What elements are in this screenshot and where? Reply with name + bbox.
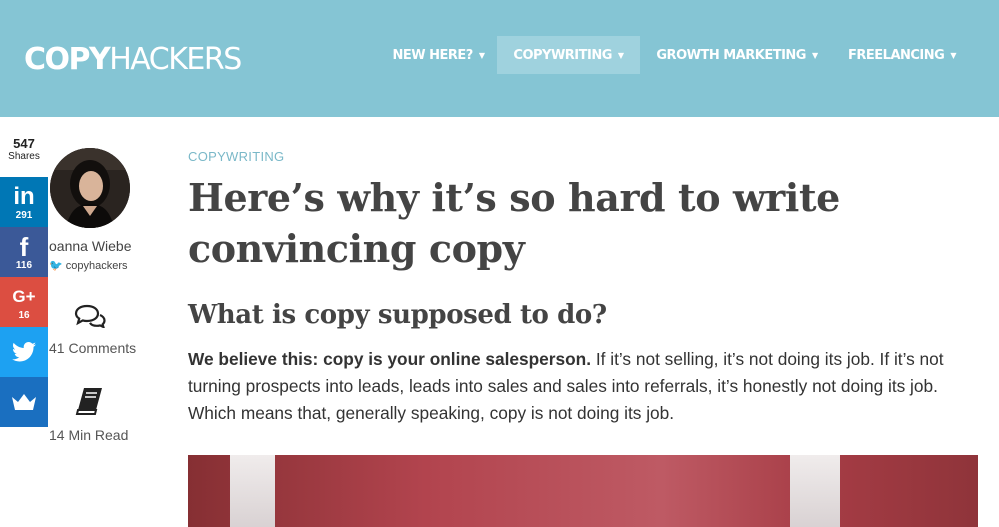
hero-image-stripe — [230, 455, 275, 527]
nav-label: NEW HERE? — [392, 47, 474, 63]
lead-bold-text: We believe this: copy is your online sal… — [188, 349, 592, 369]
nav-freelancing[interactable]: FREELANCING ▼ — [834, 36, 970, 74]
facebook-share-count: 116 — [15, 260, 33, 271]
site-header: COPYHACKERS NEW HERE? ▼ COPYWRITING ▼ GROW… — [0, 0, 999, 117]
article-lead-paragraph: We believe this: copy is your online sal… — [188, 346, 983, 427]
comments-icon[interactable] — [74, 304, 106, 328]
nav-label: COPYWRITING — [513, 47, 612, 63]
section-heading: What is copy supposed to do? — [188, 300, 607, 330]
crown-icon — [12, 394, 36, 410]
book-icon — [75, 388, 102, 415]
linkedin-icon: in — [13, 183, 35, 210]
author-avatar[interactable] — [50, 148, 130, 228]
copyhackers-logo[interactable]: COPYHACKERS — [24, 40, 242, 80]
twitter-share-button[interactable] — [0, 327, 48, 377]
nav-new-here[interactable]: NEW HERE? ▼ — [381, 36, 496, 74]
googleplus-share-count: 16 — [18, 310, 30, 321]
nav-label: FREELANCING — [848, 47, 945, 63]
chevron-down-icon: ▼ — [478, 50, 485, 60]
sumo-share-button[interactable] — [0, 377, 48, 427]
comments-count[interactable]: 41 Comments — [49, 340, 136, 356]
share-total: 547 — [13, 136, 35, 151]
author-photo — [50, 148, 130, 228]
linkedin-share-count: 291 — [15, 210, 33, 221]
article-title: Here’s why it’s so hard to write convinc… — [188, 175, 840, 271]
article-hero-image — [188, 455, 978, 527]
read-time: 14 Min Read — [49, 427, 129, 443]
author-handle-text: copyhackers — [65, 260, 128, 272]
googleplus-share-button[interactable]: G+ 16 — [0, 277, 48, 327]
twitter-bird-icon: 🐦 — [49, 260, 63, 272]
chevron-down-icon: ▼ — [811, 50, 818, 60]
share-total-label: Shares — [8, 151, 40, 162]
article-category-link[interactable]: COPYWRITING — [188, 149, 284, 164]
chevron-down-icon: ▼ — [950, 50, 956, 60]
author-name[interactable]: oanna Wiebe — [49, 238, 132, 254]
logo-part-copy: COPY — [24, 42, 111, 77]
hero-image-stripe — [790, 455, 840, 527]
facebook-share-button[interactable]: f 116 — [0, 227, 48, 277]
share-count: 547 Shares — [0, 137, 48, 163]
chevron-down-icon: ▼ — [617, 50, 624, 60]
googleplus-icon: G+ — [12, 287, 36, 306]
linkedin-share-button[interactable]: in 291 — [0, 177, 48, 227]
nav-growth-marketing[interactable]: GROWTH MARKETING ▼ — [642, 36, 832, 74]
facebook-icon: f — [19, 232, 29, 262]
nav-copywriting[interactable]: COPYWRITING ▼ — [497, 36, 640, 74]
author-twitter-handle[interactable]: 🐦 copyhackers — [49, 259, 128, 272]
nav-label: GROWTH MARKETING — [656, 47, 806, 63]
logo-part-hackers: HACKERS — [109, 42, 242, 77]
twitter-bird-icon — [12, 342, 36, 362]
